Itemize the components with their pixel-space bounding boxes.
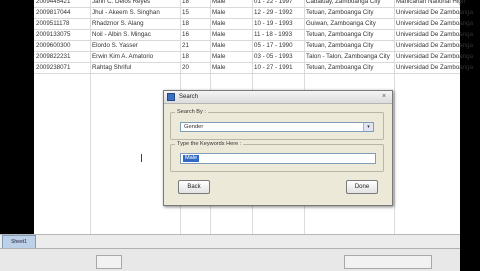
search-by-label: Search By : [175,108,208,116]
table-cell[interactable]: 2009600300 [36,40,90,51]
close-icon[interactable]: × [379,92,389,101]
dialog-titlebar[interactable]: Search × [164,91,392,104]
table-cell[interactable]: Cabaluay, Zamboanga City [306,0,394,7]
table-cell[interactable]: Universidad De Zamboanga [396,18,480,29]
table-cell[interactable]: Guiwan, Zamboanga City [306,18,394,29]
back-button[interactable]: Back [178,180,210,194]
chevron-down-icon[interactable]: ▾ [363,123,373,131]
table-cell[interactable]: Elordo S. Yasser [92,40,180,51]
table-cell[interactable]: Universidad De Zamboanga [396,51,480,62]
keyword-input[interactable]: Male [180,153,376,164]
status-cell [96,255,122,269]
text-cursor [141,154,144,162]
table-cell[interactable]: 18 [182,0,210,7]
table-cell[interactable]: Tetuan, Zamboanga City [306,62,394,73]
table-cell[interactable]: 15 [182,7,210,18]
table-cell[interactable]: 2009822231 [36,51,90,62]
table-cell[interactable]: Tetuan, Zamboanga City [306,29,394,40]
table-cell[interactable]: Jahn C. Delos Reyes [92,0,180,7]
status-bar [0,248,460,271]
table-cell[interactable]: Male [212,7,252,18]
table-cell[interactable]: 10 - 27 - 1991 [254,62,304,73]
table-cell[interactable]: 10 - 19 - 1993 [254,18,304,29]
table-cell[interactable]: 18 [182,18,210,29]
table-cell[interactable]: 2009511178 [36,18,90,29]
table-cell[interactable]: Male [212,29,252,40]
table-cell[interactable]: Universidad De Zamboanga [396,40,480,51]
table-cell[interactable]: 11 - 18 - 1993 [254,29,304,40]
table-cell[interactable]: 2009133075 [36,29,90,40]
sheet-tab-bar: Sheet1 [0,234,460,250]
table-cell[interactable]: Universidad De Zamboanga [396,29,480,40]
keyword-label: Type the Keywords Here : [175,140,244,148]
table-cell[interactable]: 16 [182,29,210,40]
table-cell[interactable]: 12 - 29 - 1992 [254,7,304,18]
table-cell[interactable]: Universidad De Zamboanga [396,62,480,73]
table-cell[interactable]: 05 - 17 - 1990 [254,40,304,51]
table-cell[interactable]: Male [212,0,252,7]
table-cell[interactable]: Erwin Kim A. Amatorio [92,51,180,62]
table-row[interactable]: 2009238071 Rahtag Shriful 20 Male 10 - 27 - … [34,62,473,74]
table-cell[interactable]: Male [212,51,252,62]
table-cell[interactable]: Noil - Albin S. Mingac [92,29,180,40]
dialog-title: Search [179,94,199,100]
search-by-value: Gender [184,124,204,130]
table-cell[interactable]: Male [212,62,252,73]
table-cell[interactable]: 2009238071 [36,62,90,73]
table-cell[interactable]: 2009445421 [36,0,90,7]
table-cell[interactable]: 18 [182,51,210,62]
table-cell[interactable]: Tetuan, Zamboanga City [306,7,394,18]
table-cell[interactable]: Talon - Talon, Zamboanga City [306,51,394,62]
table-cell[interactable]: Rahtag Shriful [92,62,180,73]
table-cell[interactable]: 03 - 05 - 1993 [254,51,304,62]
table-cell[interactable]: Rhadznor S. Alang [92,18,180,29]
table-cell[interactable]: Jhul - Akeem S. Singhan [92,7,180,18]
status-cell [344,255,432,269]
table-cell[interactable]: Universidad De Zamboanga [396,7,480,18]
table-cell[interactable]: 20 [182,62,210,73]
table-cell[interactable]: Male [212,40,252,51]
done-button[interactable]: Done [346,180,378,194]
table-cell[interactable]: Tetuan, Zamboanga City [306,40,394,51]
table-cell[interactable]: 2009817044 [36,7,90,18]
table-cell[interactable]: 21 [182,40,210,51]
keyword-value: Male [183,155,200,162]
table-cell[interactable]: Manicahan National High [396,0,480,7]
search-dialog: Search × Search By : Gender ▾ Type the K… [163,90,393,206]
search-by-select[interactable]: Gender ▾ [180,122,374,132]
table-cell[interactable]: Male [212,18,252,29]
table-cell[interactable]: 01 - 22 - 1997 [254,0,304,7]
app-icon [167,93,175,101]
left-frame [0,0,34,270]
